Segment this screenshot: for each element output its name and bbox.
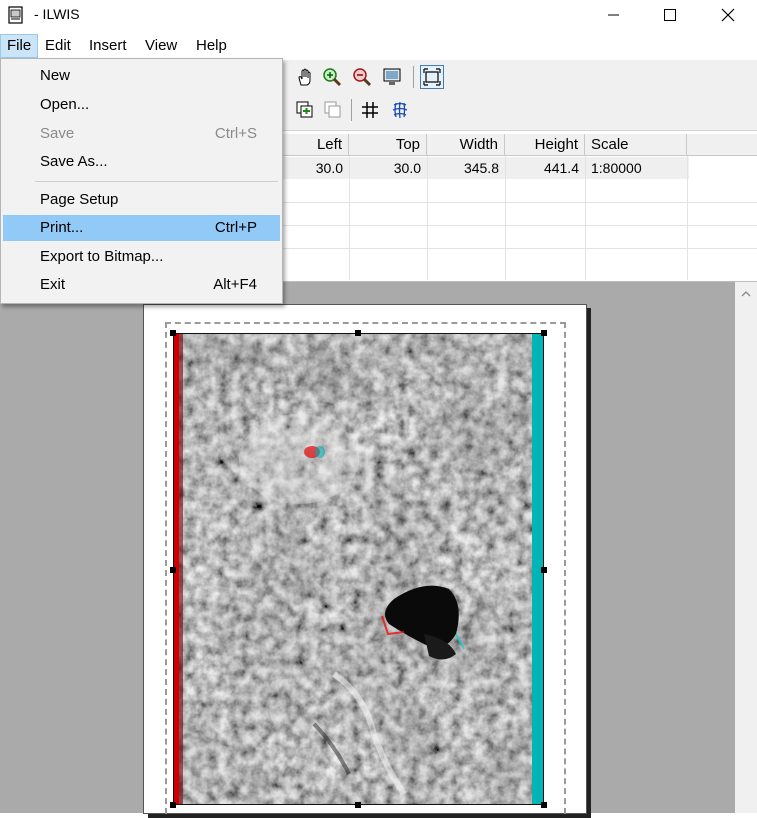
- menu-separator: [35, 181, 278, 182]
- maximize-icon: [664, 9, 676, 21]
- title-bar: - ILWIS: [0, 0, 757, 30]
- menu-item-new[interactable]: New: [3, 63, 280, 89]
- menu-item-save-as[interactable]: Save As...: [3, 149, 280, 175]
- remove-layer-button[interactable]: [322, 99, 344, 121]
- add-layer-button[interactable]: [294, 99, 316, 121]
- menu-item-shortcut: Alt+F4: [213, 276, 257, 293]
- window-title: - ILWIS: [34, 6, 80, 22]
- menu-edit[interactable]: Edit: [39, 34, 77, 58]
- cell-scale[interactable]: 1:80000: [585, 157, 687, 179]
- pan-button[interactable]: [294, 66, 316, 88]
- file-menu-dropdown: New Open... Save Ctrl+S Save As... Page …: [0, 58, 283, 304]
- grid-button[interactable]: [359, 99, 381, 121]
- menu-item-export-bitmap[interactable]: Export to Bitmap...: [3, 244, 280, 270]
- col-header-left[interactable]: Left: [283, 134, 349, 156]
- menu-item-page-setup[interactable]: Page Setup: [3, 187, 280, 213]
- grid-line: [687, 156, 688, 280]
- add-layer-icon: [296, 101, 313, 118]
- menu-item-shortcut: Ctrl+P: [214, 219, 257, 236]
- minimize-button[interactable]: [591, 0, 637, 30]
- menu-item-label: Export to Bitmap...: [40, 248, 164, 265]
- resize-handle[interactable]: [541, 330, 547, 336]
- menu-item-save: Save Ctrl+S: [3, 121, 280, 147]
- grid-line: [427, 156, 428, 280]
- cell-width[interactable]: 345.8: [427, 157, 505, 179]
- resize-handle[interactable]: [170, 802, 176, 808]
- minimize-icon: [608, 14, 619, 16]
- col-header-empty: [687, 134, 757, 156]
- remove-layer-icon: [324, 101, 341, 118]
- resize-handle[interactable]: [541, 802, 547, 808]
- menu-insert[interactable]: Insert: [83, 34, 133, 58]
- zoom-in-icon: [323, 68, 342, 87]
- grid-line: [505, 156, 506, 280]
- close-button[interactable]: [705, 0, 751, 30]
- toolbar-separator: [413, 66, 414, 88]
- cell-height[interactable]: 441.4: [505, 157, 585, 179]
- menu-view[interactable]: View: [139, 34, 183, 58]
- col-header-height[interactable]: Height: [505, 134, 585, 156]
- zoom-in-button[interactable]: [321, 66, 343, 88]
- map-view-frame[interactable]: [173, 333, 544, 805]
- menu-item-label: New: [40, 67, 71, 84]
- fit-frame-icon: [423, 68, 441, 86]
- menu-item-label: Page Setup: [40, 191, 119, 208]
- graticule-icon: [392, 101, 408, 119]
- ilwis-app-icon: [8, 6, 23, 24]
- resize-handle[interactable]: [541, 567, 547, 573]
- menu-item-exit[interactable]: Exit Alt+F4: [3, 272, 280, 298]
- entire-map-button[interactable]: [381, 66, 403, 88]
- menu-help[interactable]: Help: [190, 34, 233, 58]
- resize-handle[interactable]: [170, 567, 176, 573]
- close-icon: [721, 8, 735, 22]
- vertical-scrollbar[interactable]: [735, 282, 757, 813]
- col-header-top[interactable]: Top: [349, 134, 427, 156]
- menu-item-label: Save As...: [40, 153, 108, 170]
- scroll-up-arrow-icon[interactable]: [735, 284, 757, 304]
- fit-page-button[interactable]: [420, 65, 444, 89]
- maximize-button[interactable]: [647, 0, 693, 30]
- resize-handle[interactable]: [170, 330, 176, 336]
- menu-file[interactable]: File: [0, 34, 39, 58]
- zoom-out-icon: [353, 68, 372, 87]
- grid-line: [585, 156, 586, 280]
- menu-item-print[interactable]: Print... Ctrl+P: [3, 215, 280, 241]
- cell-top[interactable]: 30.0: [349, 157, 427, 179]
- menu-item-label: Open...: [40, 96, 90, 113]
- zoom-out-button[interactable]: [351, 66, 373, 88]
- menu-item-open[interactable]: Open...: [3, 92, 280, 118]
- menu-item-label: Save: [40, 125, 75, 142]
- menu-item-shortcut: Ctrl+S: [214, 125, 257, 142]
- menu-item-label: Print...: [40, 219, 84, 236]
- col-header-scale[interactable]: Scale: [585, 134, 687, 156]
- menu-bar: File Edit Insert View Help: [0, 34, 757, 58]
- cell-left[interactable]: 30.0: [283, 157, 349, 179]
- anaglyph-satellite-image: [174, 334, 543, 804]
- menu-item-label: Exit: [40, 276, 66, 293]
- grid-hash-icon: [362, 102, 378, 118]
- toolbar-separator: [351, 99, 352, 121]
- resize-handle[interactable]: [355, 330, 361, 336]
- monitor-icon: [383, 68, 401, 85]
- graticule-button[interactable]: [389, 99, 411, 121]
- grid-line: [349, 156, 350, 280]
- col-header-width[interactable]: Width: [427, 134, 505, 156]
- hand-pan-icon: [298, 68, 311, 86]
- resize-handle[interactable]: [355, 802, 361, 808]
